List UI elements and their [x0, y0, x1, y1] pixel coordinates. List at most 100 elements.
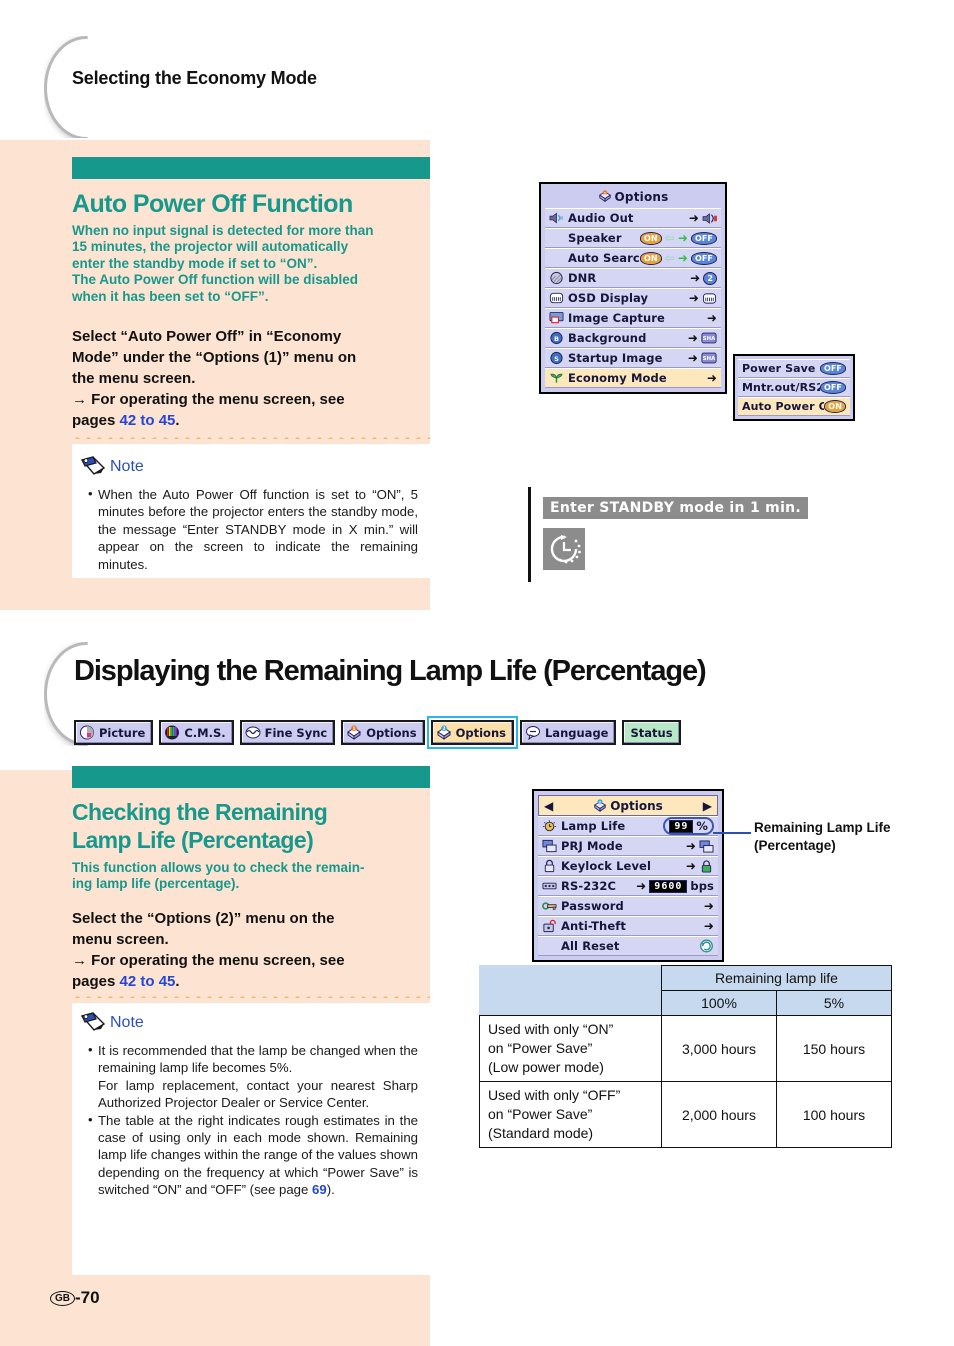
- pencil-icon: [80, 1012, 106, 1031]
- power-save-state-pill[interactable]: OFF: [819, 362, 846, 375]
- osd-options2-title-text: Options: [610, 798, 663, 813]
- dnr-value-pill[interactable]: 2: [703, 271, 717, 285]
- osd-control-image-capture[interactable]: ➜: [707, 312, 717, 324]
- tab-status[interactable]: Status: [622, 720, 681, 745]
- osd-control-prj-mode[interactable]: ➜: [686, 839, 714, 853]
- osd-row-keylock-level[interactable]: Keylock Level ➜: [538, 856, 718, 876]
- section1-page-ref[interactable]: 42 to 45: [120, 412, 176, 429]
- osd-control-anti-theft[interactable]: ➜: [704, 920, 714, 932]
- options-1-icon: 1: [598, 190, 611, 203]
- tab-options-2[interactable]: 2 Options: [426, 716, 519, 749]
- on-pill[interactable]: ON: [639, 251, 662, 265]
- osd-row-lamp-life[interactable]: Lamp Life 99 %: [538, 816, 718, 836]
- osd-row-prj-mode[interactable]: PRJ Mode ➜: [538, 836, 718, 856]
- osd-control-economy-mode[interactable]: ➜: [707, 372, 717, 384]
- osd-control-osd-display[interactable]: ➜: [689, 292, 717, 305]
- osd-economy-submenu[interactable]: Power Save OFF Mntr.out/RS232 OFF Auto P…: [733, 354, 855, 421]
- osd-control-all-reset[interactable]: [699, 939, 714, 953]
- prj-mode-icon: [542, 839, 557, 853]
- on-pill[interactable]: ON: [639, 231, 662, 245]
- off-pill[interactable]: OFF: [690, 251, 717, 265]
- osd-control-audio-out[interactable]: ➜: [689, 212, 717, 225]
- table-subheader-5: 5%: [776, 990, 892, 1016]
- osd-row-password[interactable]: Password ➜: [538, 896, 718, 916]
- section2-page-ref-line: pages 42 to 45.: [72, 971, 422, 992]
- osd-control-rs232c[interactable]: ➜ 9600 bps: [636, 879, 714, 893]
- left-arrow-icon: ⇦: [664, 251, 675, 265]
- osd-row-economy-mode[interactable]: Economy Mode ➜: [545, 368, 721, 388]
- osd-row-all-reset[interactable]: All Reset: [538, 936, 718, 956]
- teal-bar-section2: [72, 766, 430, 788]
- osd-control-password[interactable]: ➜: [704, 900, 714, 912]
- section2-arrow-line: → For operating the menu screen, see: [72, 952, 345, 969]
- rs232c-baud-value[interactable]: 9600: [649, 879, 688, 893]
- osd-row-speaker[interactable]: Speaker ON ⇦ ➜ OFF: [545, 228, 721, 248]
- auto-power-off-state-pill[interactable]: ON: [824, 400, 846, 413]
- osd-row-background[interactable]: B Background ➜ SHA: [545, 328, 721, 348]
- prj-mode-value-icon: [699, 839, 714, 853]
- osd-row-auto-search[interactable]: Auto Search ON ⇦ ➜ OFF: [545, 248, 721, 268]
- osd-row-anti-theft[interactable]: Anti-Theft ➜: [538, 916, 718, 936]
- keylock-value-icon: [701, 859, 712, 873]
- osd-control-auto-search[interactable]: ON ⇦ ➜ OFF: [639, 251, 717, 265]
- tab-fine-sync[interactable]: Fine Sync: [239, 720, 336, 745]
- table-cell-hours-100: 3,000 hours: [661, 1015, 777, 1082]
- table-cell-hours-5: 150 hours: [776, 1015, 892, 1082]
- svg-text:1: 1: [353, 726, 356, 732]
- svg-text:SHA: SHA: [703, 336, 716, 342]
- osd-row-image-capture[interactable]: Image Capture ➜: [545, 308, 721, 328]
- osd-row-startup-image[interactable]: S Startup Image ➜ SHA: [545, 348, 721, 368]
- callout-line-2: (Percentage): [754, 838, 836, 853]
- tab-language[interactable]: Language: [519, 720, 617, 745]
- table-row: Remaining lamp life: [479, 965, 892, 1016]
- osd-control-keylock-level[interactable]: ➜: [685, 859, 714, 873]
- osd-row-osd-display[interactable]: OSD Display ➜: [545, 288, 721, 308]
- table-head: Remaining lamp life 100% 5%: [479, 965, 892, 1016]
- osd-options2-menu[interactable]: ◀ 2 Options ▶ Lamp Life 99 % PRJ Mode ➜ …: [532, 789, 724, 962]
- osd-sub-row-auto-power-off[interactable]: Auto Power Off ON: [738, 397, 850, 416]
- osd-options1-title-text: Options: [614, 190, 669, 204]
- osd-row-audio-out[interactable]: Audio Out ➜: [545, 208, 721, 228]
- section2-page-ref[interactable]: 42 to 45: [120, 973, 176, 990]
- section1-title: Auto Power Off Function: [72, 190, 353, 218]
- tab-cms[interactable]: C.M.S.: [159, 720, 234, 745]
- economy-mode-icon: [550, 373, 563, 383]
- osd-display-value-icon: [703, 292, 716, 304]
- section1-instruction-line-2: Mode” under the “Options (1)” menu on: [72, 349, 357, 366]
- osd-row-dnr[interactable]: DNR ➜ 2: [545, 268, 721, 288]
- tab-picture[interactable]: Picture: [74, 720, 154, 745]
- next-menu-arrow-icon[interactable]: ▶: [703, 799, 712, 813]
- running-head: Selecting the Economy Mode: [72, 68, 317, 88]
- osd-control-startup-image[interactable]: ➜ SHA: [688, 352, 717, 364]
- options-2-icon: 2: [436, 725, 451, 740]
- osd-label: Mntr.out/RS232: [742, 381, 820, 394]
- osd-label: Speaker: [568, 231, 622, 245]
- osd-sub-row-mntr-out-rs232[interactable]: Mntr.out/RS232 OFF: [738, 378, 850, 397]
- osd-options1-menu[interactable]: 1 Options Audio Out ➜ Speaker ON ⇦ ➜ OFF: [539, 182, 727, 394]
- off-pill[interactable]: OFF: [690, 231, 717, 245]
- dotted-divider-1: [72, 434, 430, 439]
- osd-label: Keylock Level: [561, 859, 651, 873]
- right-arrow-icon: ➜: [685, 859, 696, 873]
- osd-control-speaker[interactable]: ON ⇦ ➜ OFF: [639, 231, 717, 245]
- osd-sub-row-power-save[interactable]: Power Save OFF: [738, 359, 850, 378]
- lamp-life-unit: %: [696, 819, 708, 833]
- osd-row-rs232c[interactable]: RS-232C ➜ 9600 bps: [538, 876, 718, 896]
- osd-label: Image Capture: [568, 311, 665, 325]
- right-arrow-icon: ➜: [688, 211, 699, 225]
- prev-menu-arrow-icon[interactable]: ◀: [544, 799, 553, 813]
- svg-text:B: B: [554, 335, 559, 343]
- keylock-icon: [544, 859, 555, 873]
- osd-control-background[interactable]: ➜ SHA: [688, 332, 717, 344]
- options-2-icon: 2: [594, 798, 607, 812]
- osd-options2-header[interactable]: ◀ 2 Options ▶: [538, 795, 718, 816]
- osd-control-dnr[interactable]: ➜ 2: [690, 271, 717, 285]
- osd-label: Password: [561, 899, 624, 913]
- osd-tab-strip[interactable]: Picture C.M.S. Fine Sync 1 Options 2 Opt…: [74, 716, 681, 749]
- mntr-out-state-pill[interactable]: OFF: [819, 381, 846, 394]
- section2-heading: Displaying the Remaining Lamp Life (Perc…: [74, 655, 707, 687]
- tab-options-1[interactable]: 1 Options: [341, 720, 425, 745]
- lamp-life-icon: [542, 820, 557, 832]
- note-item2-page-ref[interactable]: 69: [312, 1182, 327, 1197]
- svg-text:SHA: SHA: [703, 356, 716, 362]
